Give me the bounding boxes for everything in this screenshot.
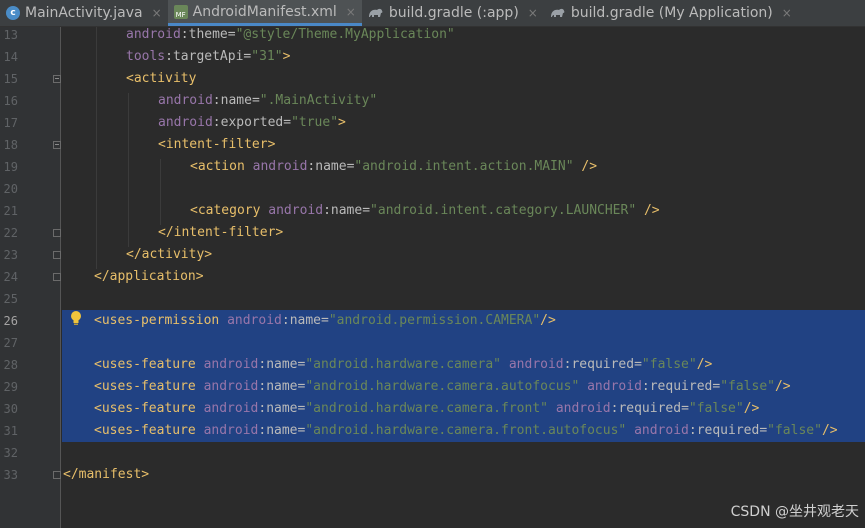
code-text: tools:targetApi="31"> [126,49,291,64]
code-line[interactable]: 32 [0,442,865,464]
line-number: 21 [3,204,18,218]
fold-end-manifest[interactable] [53,471,61,479]
gradle-icon [368,8,383,17]
line-number: 25 [3,292,18,306]
code-line[interactable]: 26 <uses-permission android:name="android… [0,310,865,332]
code-line[interactable]: 28 <uses-feature android:name="android.ha… [0,354,865,376]
code-text: </activity> [126,247,213,262]
fold-end-intent-filter[interactable] [53,229,61,237]
fold-toggle-activity[interactable] [53,75,61,83]
tab-label: build.gradle (:app) [388,5,519,21]
line-number: 13 [3,28,18,42]
gradle-icon [550,8,565,17]
line-number: 28 [3,358,18,372]
tab-build-gradle-project[interactable]: build.gradle (My Application) × [544,0,798,26]
tab-label: AndroidManifest.xml [192,3,337,20]
code-editor[interactable]: 13 android:theme="@style/Theme.MyApplicat… [0,27,865,528]
code-text: <uses-feature android:name="android.hard… [94,423,838,438]
watermark: CSDN @坐井观老天 [730,504,859,520]
tab-androidmanifest-xml[interactable]: MF AndroidManifest.xml × [167,0,362,26]
close-icon[interactable]: × [346,5,356,19]
manifest-icon: MF [173,4,188,19]
line-number: 18 [3,138,18,152]
code-line[interactable]: 23 </activity> [0,244,865,266]
close-icon[interactable]: × [782,6,792,20]
line-number: 30 [3,402,18,416]
line-number: 29 [3,380,18,394]
code-text: </manifest> [63,467,150,482]
code-line[interactable]: 24 </application> [0,266,865,288]
code-text: <uses-permission android:name="android.p… [94,313,556,328]
line-number: 33 [3,468,18,482]
tab-mainactivity-java[interactable]: c MainActivity.java × [0,0,168,26]
lightbulb-icon[interactable] [69,310,83,326]
code-line[interactable]: 31 <uses-feature android:name="android.ha… [0,420,865,442]
line-number: 26 [3,314,18,328]
code-text: <uses-feature android:name="android.hard… [94,401,760,416]
editor-tab-bar: c MainActivity.java × MF AndroidManifest… [0,0,865,27]
line-number: 17 [3,116,18,130]
line-number: 16 [3,94,18,108]
code-text: </application> [94,269,204,284]
line-number: 24 [3,270,18,284]
code-line[interactable]: 30 <uses-feature android:name="android.ha… [0,398,865,420]
code-line[interactable]: 16 android:name=".MainActivity" [0,90,865,112]
close-icon[interactable]: × [528,6,538,20]
code-line[interactable]: 27 [0,332,865,354]
tab-build-gradle-app[interactable]: build.gradle (:app) × [362,0,544,26]
close-icon[interactable]: × [152,6,162,20]
line-number: 20 [3,182,18,196]
line-number: 19 [3,160,18,174]
line-number: 31 [3,424,18,438]
line-number: 15 [3,72,18,86]
line-number: 32 [3,446,18,460]
code-line[interactable]: 20 [0,178,865,200]
code-text: </intent-filter> [158,225,284,240]
code-line[interactable]: 18 <intent-filter> [0,134,865,156]
code-text: android:theme="@style/Theme.MyApplicatio… [126,27,455,42]
code-text: <uses-feature android:name="android.hard… [94,379,791,394]
code-text: <intent-filter> [158,137,276,152]
code-line[interactable]: 21 <category android:name="android.intent… [0,200,865,222]
code-line[interactable]: 17 android:exported="true"> [0,112,865,134]
code-text: android:exported="true"> [158,115,346,130]
tab-label: build.gradle (My Application) [570,5,773,21]
code-line[interactable]: 14 tools:targetApi="31"> [0,46,865,68]
java-class-icon: c [6,6,20,20]
line-number: 14 [3,50,18,64]
code-line[interactable]: 22 </intent-filter> [0,222,865,244]
code-line[interactable]: 25 [0,288,865,310]
fold-end-activity[interactable] [53,251,61,259]
code-line[interactable]: 15 <activity [0,68,865,90]
code-text: <category android:name="android.intent.c… [190,203,660,218]
fold-toggle-intent-filter[interactable] [53,141,61,149]
line-number: 27 [3,336,18,350]
code-line[interactable]: 13 android:theme="@style/Theme.MyApplicat… [0,24,865,46]
code-line[interactable]: 29 <uses-feature android:name="android.ha… [0,376,865,398]
line-number: 22 [3,226,18,240]
code-text: <activity [126,71,197,86]
code-text: <action android:name="android.intent.act… [190,159,598,174]
code-line[interactable]: 19 <action android:name="android.intent.a… [0,156,865,178]
code-line[interactable]: 33 </manifest> [0,464,865,486]
fold-end-application[interactable] [53,273,61,281]
code-text: <uses-feature android:name="android.hard… [94,357,713,372]
code-text: android:name=".MainActivity" [158,93,378,108]
tab-label: MainActivity.java [25,5,143,21]
line-number: 23 [3,248,18,262]
